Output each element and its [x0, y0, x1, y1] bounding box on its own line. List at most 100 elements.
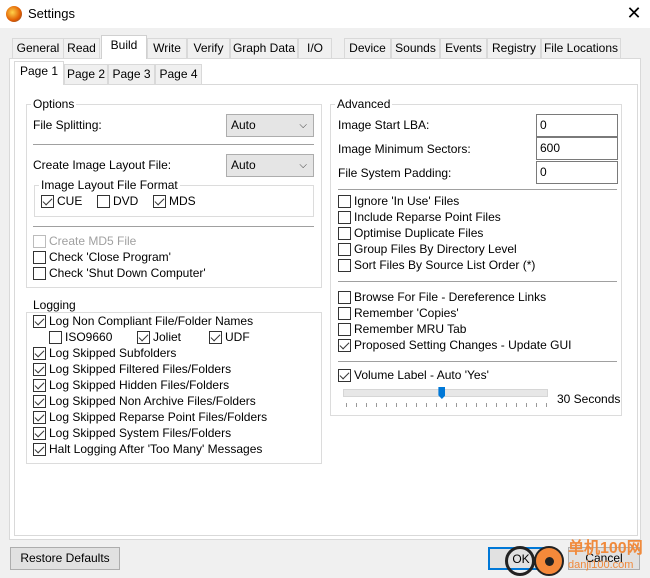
checkbox-label: Remember MRU Tab: [354, 322, 467, 336]
tab-file-locations[interactable]: File Locations: [541, 38, 621, 58]
advanced-checkbox[interactable]: Optimise Duplicate Files: [338, 226, 483, 240]
logging-checkbox[interactable]: Log Non Compliant File/Folder Names: [33, 314, 253, 328]
checkbox-icon[interactable]: [33, 394, 46, 408]
slider-tick: [526, 403, 527, 407]
checkbox-icon[interactable]: [209, 330, 222, 344]
subtab-page-1[interactable]: Page 1: [14, 61, 64, 85]
divider: [338, 281, 617, 282]
checkbox-icon[interactable]: [33, 362, 46, 376]
slider-tick: [366, 403, 367, 407]
advanced-checkbox[interactable]: Remember 'Copies': [338, 306, 459, 320]
advanced-checkbox[interactable]: Include Reparse Point Files: [338, 210, 501, 224]
format-checkbox-mds[interactable]: MDS: [153, 194, 196, 208]
slider-tick: [346, 403, 347, 407]
checkbox-icon[interactable]: [153, 194, 166, 208]
tab-events[interactable]: Events: [440, 38, 487, 58]
logging-checkbox[interactable]: UDF: [209, 330, 250, 344]
logging-checkbox[interactable]: Log Skipped Filtered Files/Folders: [33, 362, 231, 376]
restore-defaults-button[interactable]: Restore Defaults: [10, 547, 120, 570]
tab-sounds[interactable]: Sounds: [391, 38, 440, 58]
checkbox-icon[interactable]: [338, 290, 351, 304]
checkbox-icon[interactable]: [338, 194, 351, 208]
watermark-logo-icon: [534, 546, 564, 576]
tab-registry[interactable]: Registry: [487, 38, 541, 58]
logging-checkbox[interactable]: Halt Logging After 'Too Many' Messages: [33, 442, 262, 456]
tab-verify[interactable]: Verify: [187, 38, 230, 58]
checkbox-icon[interactable]: [33, 378, 46, 392]
divider: [338, 361, 617, 362]
advanced-checkbox[interactable]: Volume Label - Auto 'Yes': [338, 368, 489, 382]
checkbox-icon[interactable]: [33, 250, 46, 264]
tab-graph-data[interactable]: Graph Data: [230, 38, 298, 58]
close-icon[interactable]: ✕: [622, 2, 646, 24]
checkbox-icon[interactable]: [338, 242, 351, 256]
chevron-down-icon: ⌵: [299, 120, 307, 131]
checkbox-icon[interactable]: [41, 194, 54, 208]
subtab-page-2[interactable]: Page 2: [64, 64, 108, 84]
checkbox-label: Check 'Close Program': [49, 250, 171, 264]
chevron-down-icon: ⌵: [299, 160, 307, 171]
checkbox-icon[interactable]: [33, 234, 46, 248]
checkbox-icon[interactable]: [137, 330, 150, 344]
checkbox-icon[interactable]: [33, 314, 46, 328]
logging-checkbox[interactable]: ISO9660: [49, 330, 112, 344]
checkbox-icon[interactable]: [33, 410, 46, 424]
subtab-page-3[interactable]: Page 3: [108, 64, 155, 84]
logging-checkbox[interactable]: Log Skipped Subfolders: [33, 346, 176, 360]
app-icon: [6, 6, 22, 22]
slider-tick: [376, 403, 377, 407]
checkbox-icon[interactable]: [338, 210, 351, 224]
checkbox-icon[interactable]: [338, 226, 351, 240]
advanced-checkbox[interactable]: Remember MRU Tab: [338, 322, 466, 336]
options-checkbox[interactable]: Check 'Shut Down Computer': [33, 266, 206, 280]
tab-read[interactable]: Read: [63, 38, 100, 58]
divider: [338, 189, 617, 190]
slider-tick: [546, 403, 547, 407]
advanced-checkbox[interactable]: Group Files By Directory Level: [338, 242, 517, 256]
image-min-sectors-input[interactable]: 600: [536, 137, 618, 160]
timeout-slider-track[interactable]: [343, 389, 548, 397]
checkbox-icon[interactable]: [338, 258, 351, 272]
checkbox-icon[interactable]: [338, 306, 351, 320]
tab-general[interactable]: General: [12, 38, 64, 58]
fs-padding-input[interactable]: 0: [536, 161, 618, 184]
tab-write[interactable]: Write: [147, 38, 187, 58]
checkbox-icon[interactable]: [338, 368, 351, 382]
slider-tick: [516, 403, 517, 407]
checkbox-label: Log Skipped Hidden Files/Folders: [49, 378, 230, 392]
checkbox-icon[interactable]: [97, 194, 110, 208]
checkbox-label: Check 'Shut Down Computer': [49, 266, 206, 280]
file-splitting-select[interactable]: Auto ⌵: [226, 114, 314, 137]
checkbox-label: Log Skipped Non Archive Files/Folders: [49, 394, 256, 408]
checkbox-icon[interactable]: [33, 426, 46, 440]
advanced-checkbox[interactable]: Ignore 'In Use' Files: [338, 194, 459, 208]
logging-checkbox[interactable]: Log Skipped System Files/Folders: [33, 426, 231, 440]
logging-checkbox[interactable]: Log Skipped Hidden Files/Folders: [33, 378, 229, 392]
advanced-checkbox[interactable]: Proposed Setting Changes - Update GUI: [338, 338, 571, 352]
fs-padding-label: File System Padding:: [338, 166, 452, 180]
checkbox-icon[interactable]: [33, 266, 46, 280]
subtab-page-4[interactable]: Page 4: [155, 64, 202, 84]
checkbox-icon[interactable]: [338, 338, 351, 352]
advanced-checkbox[interactable]: Browse For File - Dereference Links: [338, 290, 546, 304]
tab-i-o[interactable]: I/O: [298, 38, 332, 58]
image-min-sectors-label: Image Minimum Sectors:: [338, 142, 471, 156]
format-checkbox-cue[interactable]: CUE: [41, 194, 82, 208]
checkbox-icon[interactable]: [49, 330, 62, 344]
tab-device[interactable]: Device: [344, 38, 391, 58]
options-checkbox[interactable]: Check 'Close Program': [33, 250, 171, 264]
checkbox-label: Volume Label - Auto 'Yes': [354, 368, 489, 382]
logging-checkbox[interactable]: Log Skipped Reparse Point Files/Folders: [33, 410, 267, 424]
options-checkbox[interactable]: Create MD5 File: [33, 234, 136, 248]
logging-checkbox[interactable]: Log Skipped Non Archive Files/Folders: [33, 394, 256, 408]
create-layout-select[interactable]: Auto ⌵: [226, 154, 314, 177]
advanced-checkbox[interactable]: Sort Files By Source List Order (*): [338, 258, 535, 272]
format-checkbox-dvd[interactable]: DVD: [97, 194, 138, 208]
checkbox-icon[interactable]: [33, 442, 46, 456]
logging-checkbox[interactable]: Joliet: [137, 330, 181, 344]
checkbox-icon[interactable]: [33, 346, 46, 360]
image-start-lba-input[interactable]: 0: [536, 114, 618, 137]
checkbox-icon[interactable]: [338, 322, 351, 336]
tab-build[interactable]: Build: [101, 35, 147, 59]
checkbox-label: Log Skipped System Files/Folders: [49, 426, 232, 440]
